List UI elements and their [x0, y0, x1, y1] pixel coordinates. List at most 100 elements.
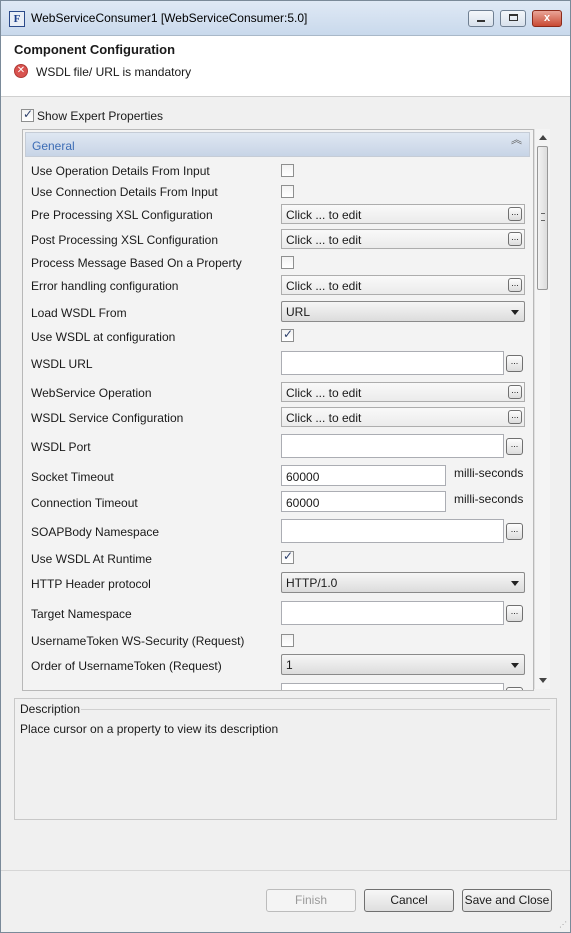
- finish-button[interactable]: Finish: [266, 889, 356, 912]
- ellipsis-button[interactable]: ...: [506, 438, 523, 455]
- ellipsis-button[interactable]: ...: [506, 523, 523, 540]
- prop-label: Use WSDL At Runtime: [31, 552, 152, 566]
- prop-label: Target Namespace: [31, 607, 132, 621]
- section-title: General: [32, 139, 75, 153]
- properties-scrollbar[interactable]: [534, 129, 550, 689]
- scrollbar-thumb[interactable]: [537, 146, 548, 290]
- unit-label: milli-seconds: [454, 492, 524, 506]
- edit-hint: Click ... to edit: [286, 279, 362, 293]
- wsdl-port-input[interactable]: [281, 434, 504, 458]
- window-title: WebServiceConsumer1 [WebServiceConsumer:…: [31, 11, 308, 25]
- prop-label: WSDL URL: [31, 357, 93, 371]
- use-operation-details-checkbox[interactable]: [281, 164, 294, 177]
- properties-panel: General ︽ Use Operation Details From Inp…: [22, 129, 534, 691]
- title-bar[interactable]: F WebServiceConsumer1 [WebServiceConsume…: [1, 1, 570, 36]
- ellipsis-button[interactable]: ...: [508, 232, 522, 246]
- checkmark-icon: ✓: [23, 107, 34, 121]
- pre-processing-xsl-editor[interactable]: Click ... to edit ...: [281, 204, 525, 224]
- resize-grip-icon[interactable]: ⋰: [559, 920, 567, 929]
- grip-icon: [541, 213, 545, 221]
- socket-timeout-input[interactable]: 60000: [281, 465, 446, 486]
- wsdl-url-input[interactable]: [281, 351, 504, 375]
- prop-label: UsernameToken WS-Security (Request): [31, 634, 245, 648]
- prop-label: SOAPBody Namespace: [31, 525, 160, 539]
- order-of-usernametoken-select[interactable]: 1: [281, 654, 525, 675]
- edit-hint: Click ... to edit: [286, 411, 362, 425]
- error-message: WSDL file/ URL is mandatory: [36, 65, 192, 79]
- connection-timeout-input[interactable]: 60000: [281, 491, 446, 512]
- error-handling-editor[interactable]: Click ... to edit ...: [281, 275, 525, 295]
- soapbody-namespace-input[interactable]: [281, 519, 504, 543]
- description-panel: Description Place cursor on a property t…: [14, 698, 557, 820]
- select-value: HTTP/1.0: [286, 576, 338, 590]
- save-and-close-button[interactable]: Save and Close: [462, 889, 552, 912]
- ellipsis-button[interactable]: ...: [508, 410, 522, 424]
- ellipsis-button[interactable]: ...: [508, 278, 522, 292]
- select-value: URL: [286, 305, 311, 319]
- checkmark-icon: ✓: [283, 549, 294, 563]
- ellipsis-button[interactable]: ...: [508, 385, 522, 399]
- webservice-operation-editor[interactable]: Click ... to edit ...: [281, 382, 525, 402]
- dialog-window: F WebServiceConsumer1 [WebServiceConsume…: [0, 0, 571, 933]
- minimize-icon: [477, 20, 485, 22]
- prop-label: HTTP Header protocol: [31, 577, 151, 591]
- prop-label: Connection Timeout: [31, 496, 138, 510]
- prop-label: WebService Operation: [31, 386, 152, 400]
- prop-label: Socket Timeout: [31, 470, 114, 484]
- description-text: Place cursor on a property to view its d…: [20, 722, 279, 736]
- description-title: Description: [20, 702, 81, 716]
- input-value: 60000: [286, 470, 320, 484]
- use-wsdl-at-runtime-checkbox[interactable]: ✓: [281, 549, 294, 564]
- ellipsis-button[interactable]: ...: [508, 207, 522, 221]
- scroll-up-icon[interactable]: [539, 135, 547, 140]
- maximize-button[interactable]: [500, 10, 526, 27]
- close-button[interactable]: x: [532, 10, 562, 27]
- post-processing-xsl-editor[interactable]: Click ... to edit ...: [281, 229, 525, 249]
- prop-label: Order of UsernameToken (Request): [31, 659, 222, 673]
- edit-hint: Click ... to edit: [286, 233, 362, 247]
- select-value: 1: [286, 658, 293, 672]
- prop-label: Use WSDL at configuration: [31, 330, 176, 344]
- use-connection-details-checkbox[interactable]: [281, 185, 294, 198]
- next-field-input[interactable]: [281, 683, 504, 690]
- dialog-header: Component Configuration ✕ WSDL file/ URL…: [1, 36, 570, 97]
- ellipsis-button[interactable]: ...: [506, 605, 523, 622]
- wsdl-service-configuration-editor[interactable]: Click ... to edit ...: [281, 407, 525, 427]
- minimize-button[interactable]: [468, 10, 494, 27]
- page-title: Component Configuration: [14, 42, 176, 57]
- input-value: 60000: [286, 496, 320, 510]
- prop-label: WSDL Port: [31, 440, 91, 454]
- cancel-button[interactable]: Cancel: [364, 889, 454, 912]
- prop-label: WSDL Service Configuration: [31, 411, 184, 425]
- section-header-general[interactable]: General ︽: [25, 132, 530, 157]
- http-header-protocol-select[interactable]: HTTP/1.0: [281, 572, 525, 593]
- unit-label: milli-seconds: [454, 466, 524, 480]
- prop-label: Post Processing XSL Configuration: [31, 233, 218, 247]
- maximize-icon: [509, 14, 518, 21]
- divider: [81, 709, 550, 710]
- ellipsis-button[interactable]: ...: [506, 355, 523, 372]
- divider: [1, 870, 570, 871]
- process-message-checkbox[interactable]: [281, 256, 294, 269]
- edit-hint: Click ... to edit: [286, 386, 362, 400]
- prop-label: Error handling configuration: [31, 279, 179, 293]
- prop-label: Load WSDL From: [31, 306, 127, 320]
- prop-label: Use Operation Details From Input: [31, 164, 210, 178]
- load-wsdl-from-select[interactable]: URL: [281, 301, 525, 322]
- chevron-down-icon: [511, 310, 519, 315]
- show-expert-checkbox[interactable]: ✓: [21, 107, 34, 122]
- prop-label: Use Connection Details From Input: [31, 185, 218, 199]
- checkmark-icon: ✓: [283, 327, 294, 341]
- edit-hint: Click ... to edit: [286, 208, 362, 222]
- chevron-down-icon: [511, 581, 519, 586]
- use-wsdl-at-configuration-checkbox[interactable]: ✓: [281, 327, 294, 342]
- chevron-down-icon: [511, 663, 519, 668]
- scroll-down-icon[interactable]: [539, 678, 547, 683]
- target-namespace-input[interactable]: [281, 601, 504, 625]
- prop-label: Pre Processing XSL Configuration: [31, 208, 213, 222]
- usernametoken-ws-security-checkbox[interactable]: [281, 634, 294, 647]
- ellipsis-button[interactable]: [506, 687, 523, 690]
- prop-label: Process Message Based On a Property: [31, 256, 242, 270]
- collapse-icon[interactable]: ︽: [511, 135, 522, 146]
- app-icon: F: [9, 11, 25, 27]
